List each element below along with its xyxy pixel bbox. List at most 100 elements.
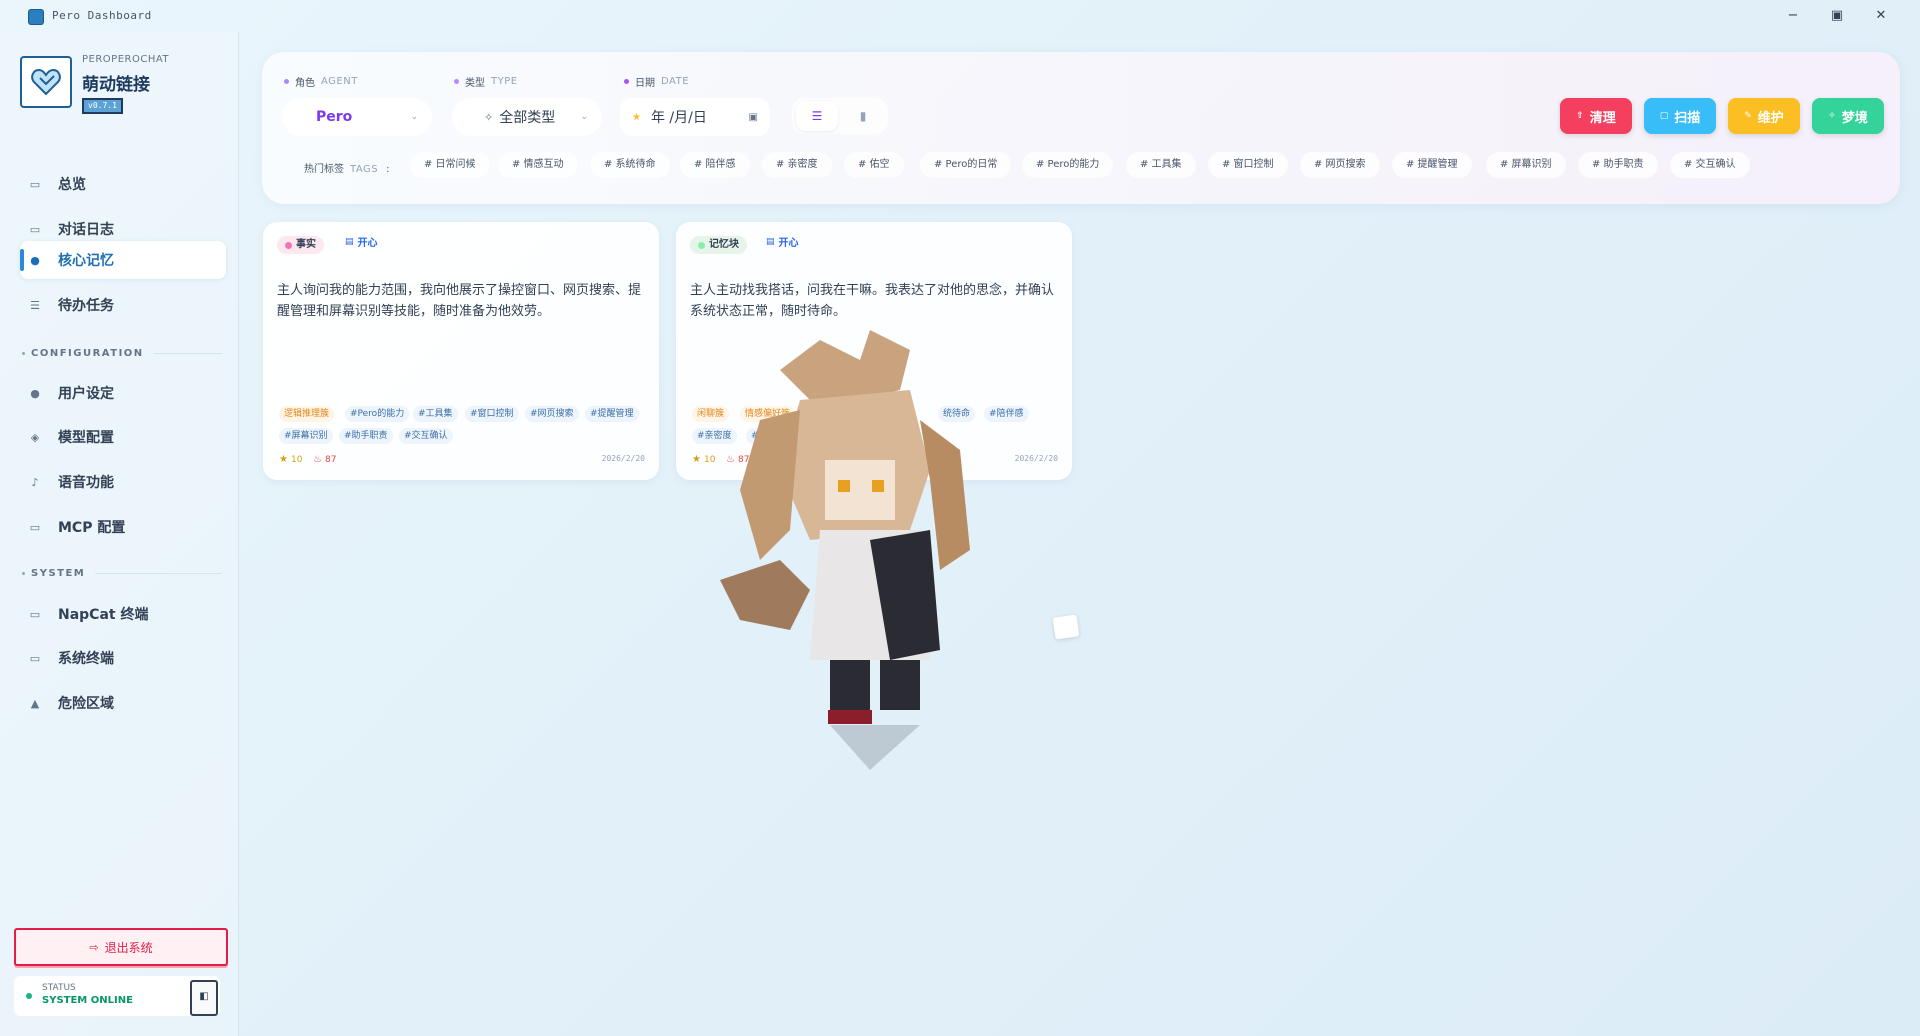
hot-tag[interactable]: # 系统待命 xyxy=(590,152,670,178)
scan-icon: ▢ xyxy=(1659,111,1669,121)
sidebar: PEROPEROCHAT 萌动链接 v0.7.1 ▭ 总览 ▭ 对话日志 ● 核… xyxy=(0,32,239,1036)
dream-button[interactable]: ✧ 梦境 xyxy=(1812,98,1884,134)
date-input[interactable]: ★ 年 /月/日 ▣ xyxy=(620,98,770,136)
brand-title: 萌动链接 xyxy=(82,75,150,95)
user-icon: ● xyxy=(30,386,40,400)
monitor-icon: ▭ xyxy=(29,651,41,665)
fire-icon: ♨ xyxy=(313,454,322,465)
section-configuration: CONFIGURATION xyxy=(22,348,222,359)
hot-tag[interactable]: # 网页搜索 xyxy=(1300,152,1380,178)
minimize-button[interactable]: − xyxy=(1782,6,1804,26)
agent-label: 角色 AGENT xyxy=(284,74,358,89)
nav-voice[interactable]: ♪ 语音功能 xyxy=(20,463,226,501)
hot-tag[interactable]: # 日常问候 xyxy=(410,152,490,178)
hot-tag[interactable]: # 窗口控制 xyxy=(1208,152,1288,178)
cube-icon: ◈ xyxy=(30,430,40,444)
status-panel: STATUS SYSTEM ONLINE ◧ xyxy=(14,976,220,1016)
nav-overview[interactable]: ▭ 总览 xyxy=(20,165,226,203)
nav-system-terminal[interactable]: ▭ 系统终端 xyxy=(20,639,226,677)
section-system: SYSTEM xyxy=(22,568,222,579)
card-tag[interactable]: #提醒管理 xyxy=(585,406,639,422)
app-icon xyxy=(28,9,44,25)
status-indicator xyxy=(26,993,32,999)
brain-icon xyxy=(285,241,292,249)
importance: ★ 10 xyxy=(279,454,303,465)
card-tag[interactable]: #助手职责 xyxy=(339,428,393,444)
mic-icon: ♪ xyxy=(31,475,39,489)
agent-select[interactable]: Pero ⌄ xyxy=(282,98,432,136)
scan-button[interactable]: ▢ 扫描 xyxy=(1644,98,1716,134)
chart-view-icon[interactable]: ▮ xyxy=(842,101,884,131)
card-tag[interactable]: #窗口控制 xyxy=(465,406,519,422)
status-value: SYSTEM ONLINE xyxy=(42,995,133,1006)
type-select[interactable]: ✧ 全部类型 ⌄ xyxy=(452,98,602,136)
window-title: Pero Dashboard xyxy=(52,9,152,22)
memory-card[interactable]: 事实 ▤ 开心 主人询问我的能力范围，我向他展示了操控窗口、网页搜索、提醒管理和屏… xyxy=(263,222,659,480)
nav-core-memory[interactable]: ● 核心记忆 xyxy=(20,241,226,279)
warning-icon: ▲ xyxy=(30,696,40,710)
view-toggle: ☰ ▮ xyxy=(792,98,888,134)
hot-tag[interactable]: # 助手职责 xyxy=(1578,152,1658,178)
star-icon: ★ xyxy=(632,111,641,123)
nav-model-config[interactable]: ◈ 模型配置 xyxy=(20,418,226,456)
filter-panel: 角色 AGENT Pero ⌄ 类型 TYPE ✧ 全部类型 ⌄ 日期 DATE… xyxy=(262,52,1900,204)
sparkle-icon: ✧ xyxy=(1828,111,1836,121)
list-view-icon[interactable]: ☰ xyxy=(796,101,838,131)
hot-tag[interactable]: # 屏幕识别 xyxy=(1486,152,1566,178)
type-badge: 记忆块 xyxy=(690,236,747,254)
memory-content: 主人主动找我搭话，问我在干嘛。我表达了对他的思念，并确认系统状态正常，随时待命。 xyxy=(690,283,1055,319)
hot-tag[interactable]: # 陪伴感 xyxy=(680,152,750,178)
logout-button[interactable]: ⇨ 退出系统 xyxy=(14,928,228,966)
close-button[interactable]: ✕ xyxy=(1870,6,1892,26)
nav-todo-tasks[interactable]: ☰ 待办任务 xyxy=(20,286,226,324)
nav-mcp-config[interactable]: ▭ MCP 配置 xyxy=(20,508,226,546)
maintain-button[interactable]: ✎ 维护 xyxy=(1728,98,1800,134)
type-label: 类型 TYPE xyxy=(454,74,518,89)
card-tag[interactable]: #交互确认 xyxy=(399,428,453,444)
mood-label: ▤ 开心 xyxy=(345,236,378,250)
title-bar: Pero Dashboard − ▣ ✕ xyxy=(0,0,1920,32)
card-tag[interactable]: #工具集 xyxy=(413,406,458,422)
hot-tag[interactable]: # 佑空 xyxy=(844,152,904,178)
version-badge: v0.7.1 xyxy=(82,98,123,114)
hot-tag[interactable]: # 情感互动 xyxy=(498,152,578,178)
plug-icon: ▭ xyxy=(29,520,41,534)
calendar-icon: ▣ xyxy=(748,111,758,123)
status-label: STATUS xyxy=(42,983,76,993)
heat: ♨ 87 xyxy=(313,454,337,465)
card-tag[interactable]: #屏幕识别 xyxy=(279,428,333,444)
terminal-icon: ▭ xyxy=(29,607,41,621)
wrench-icon: ✎ xyxy=(1744,111,1752,121)
brand-subtitle: PEROPEROCHAT xyxy=(82,54,170,65)
card-tag[interactable]: 逻辑推理簇 xyxy=(279,406,335,422)
trash-icon: ⇧ xyxy=(1576,111,1584,121)
mood-icon: ▤ xyxy=(766,236,775,247)
sidebar-toggle-button[interactable]: ◧ xyxy=(190,980,218,1016)
chevron-down-icon: ⌄ xyxy=(580,112,588,122)
nav-danger-zone[interactable]: ▲ 危险区域 xyxy=(20,684,226,722)
maximize-button[interactable]: ▣ xyxy=(1826,6,1848,26)
card-tag[interactable]: #网页搜索 xyxy=(525,406,579,422)
mood-icon: ▤ xyxy=(345,236,354,247)
hot-tag[interactable]: # Pero的日常 xyxy=(920,152,1012,178)
nav-user-settings[interactable]: ● 用户设定 xyxy=(20,374,226,412)
hot-tag[interactable]: # 工具集 xyxy=(1126,152,1196,178)
chat-icon: ▭ xyxy=(29,222,41,236)
pixel-mascot-image[interactable] xyxy=(720,330,1040,780)
memory-date: 2026/2/20 xyxy=(601,454,645,463)
hot-tag[interactable]: # Pero的能力 xyxy=(1022,152,1114,178)
puzzle-icon xyxy=(698,241,705,249)
chevron-down-icon: ⌄ xyxy=(410,112,418,122)
floating-cube[interactable] xyxy=(1052,614,1080,640)
hot-tag[interactable]: # 提醒管理 xyxy=(1392,152,1472,178)
card-tag[interactable]: #Pero的能力 xyxy=(345,406,410,422)
nav-napcat-terminal[interactable]: ▭ NapCat 终端 xyxy=(20,595,226,633)
hot-tag[interactable]: # 交互确认 xyxy=(1670,152,1750,178)
sparkle-icon: ✧ xyxy=(484,110,494,124)
list-icon: ☰ xyxy=(30,298,40,312)
hot-tag[interactable]: # 亲密度 xyxy=(762,152,832,178)
clean-button[interactable]: ⇧ 清理 xyxy=(1560,98,1632,134)
memory-content: 主人询问我的能力范围，我向他展示了操控窗口、网页搜索、提醒管理和屏幕识别等技能，… xyxy=(277,283,642,319)
brain-icon: ● xyxy=(30,253,40,267)
heart-logo-icon xyxy=(31,68,61,96)
